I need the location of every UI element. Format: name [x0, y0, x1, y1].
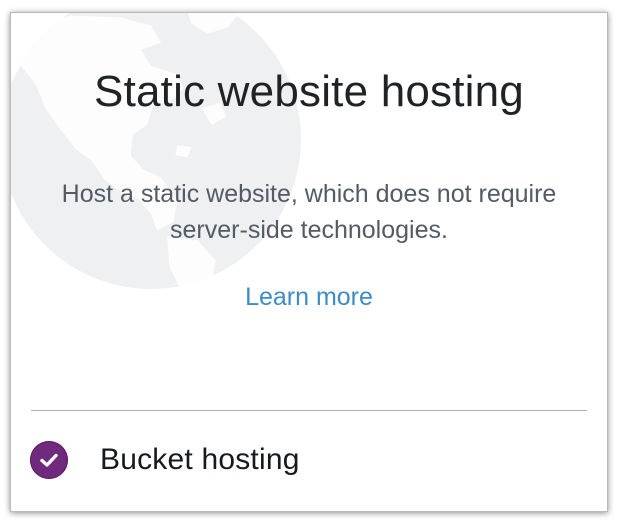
check-circle-icon	[30, 441, 68, 479]
learn-more-link[interactable]: Learn more	[245, 283, 373, 311]
learn-more-container: Learn more	[11, 281, 607, 313]
status-label: Bucket hosting	[100, 443, 300, 476]
bucket-hosting-status: Bucket hosting	[30, 438, 300, 482]
card-divider	[31, 410, 587, 411]
card-title: Static website hosting	[94, 67, 524, 116]
card-description: Host a static website, which does not re…	[61, 180, 557, 244]
static-website-hosting-card: Static website hosting Host a static web…	[10, 12, 608, 512]
globe-icon	[11, 13, 301, 289]
